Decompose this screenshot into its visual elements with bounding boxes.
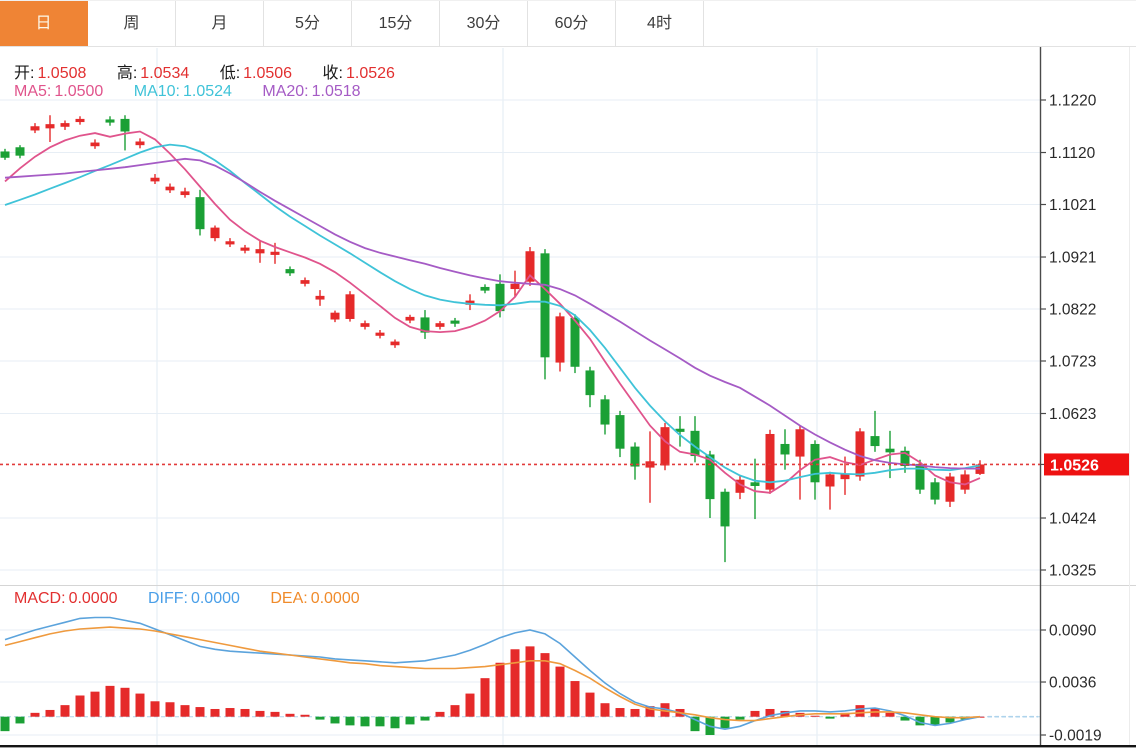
svg-text:1.1220: 1.1220 [1049,93,1097,110]
chart-area[interactable]: 1.1220 1.1120 1.1021 1.0921 1.0822 1.0723 1.06… [0,0,1136,751]
svg-text:0.0090: 0.0090 [1049,623,1097,640]
tab-day[interactable]: 日 [0,1,88,46]
svg-text:0.0036: 0.0036 [1049,675,1096,692]
gridlines [0,48,1040,745]
ma5-line [5,132,980,493]
svg-text:1.0921: 1.0921 [1049,250,1096,267]
tab-30min[interactable]: 30分 [440,1,528,46]
tab-week[interactable]: 周 [88,1,176,46]
svg-text:1.0623: 1.0623 [1049,406,1096,423]
candles-layer [1,115,985,562]
macd-axis-labels: 0.0090 0.0036 -0.0019 [1040,623,1102,745]
svg-text:1.0822: 1.0822 [1049,302,1096,319]
svg-text:-0.0019: -0.0019 [1049,728,1102,745]
svg-text:1.0424: 1.0424 [1049,511,1097,528]
tab-5min[interactable]: 5分 [264,1,352,46]
ma20-line [5,159,980,469]
svg-text:1.1120: 1.1120 [1049,145,1096,162]
svg-text:1.1021: 1.1021 [1049,197,1096,214]
period-tabbar: 日 周 月 5分 15分 30分 60分 4时 [0,0,1136,47]
tab-60min[interactable]: 60分 [528,1,616,46]
price-axis-labels: 1.1220 1.1120 1.1021 1.0921 1.0822 1.0723 1.06… [1040,93,1097,580]
macd-histogram [1,646,985,735]
current-price-tag: 1.0526 [1040,453,1129,475]
ma10-line [5,145,980,483]
svg-text:1.0723: 1.0723 [1049,353,1096,370]
tab-month[interactable]: 月 [176,1,264,46]
svg-text:1.0526: 1.0526 [1050,457,1099,474]
tab-4hour[interactable]: 4时 [616,1,704,46]
tab-15min[interactable]: 15分 [352,1,440,46]
svg-text:1.0325: 1.0325 [1049,563,1096,580]
